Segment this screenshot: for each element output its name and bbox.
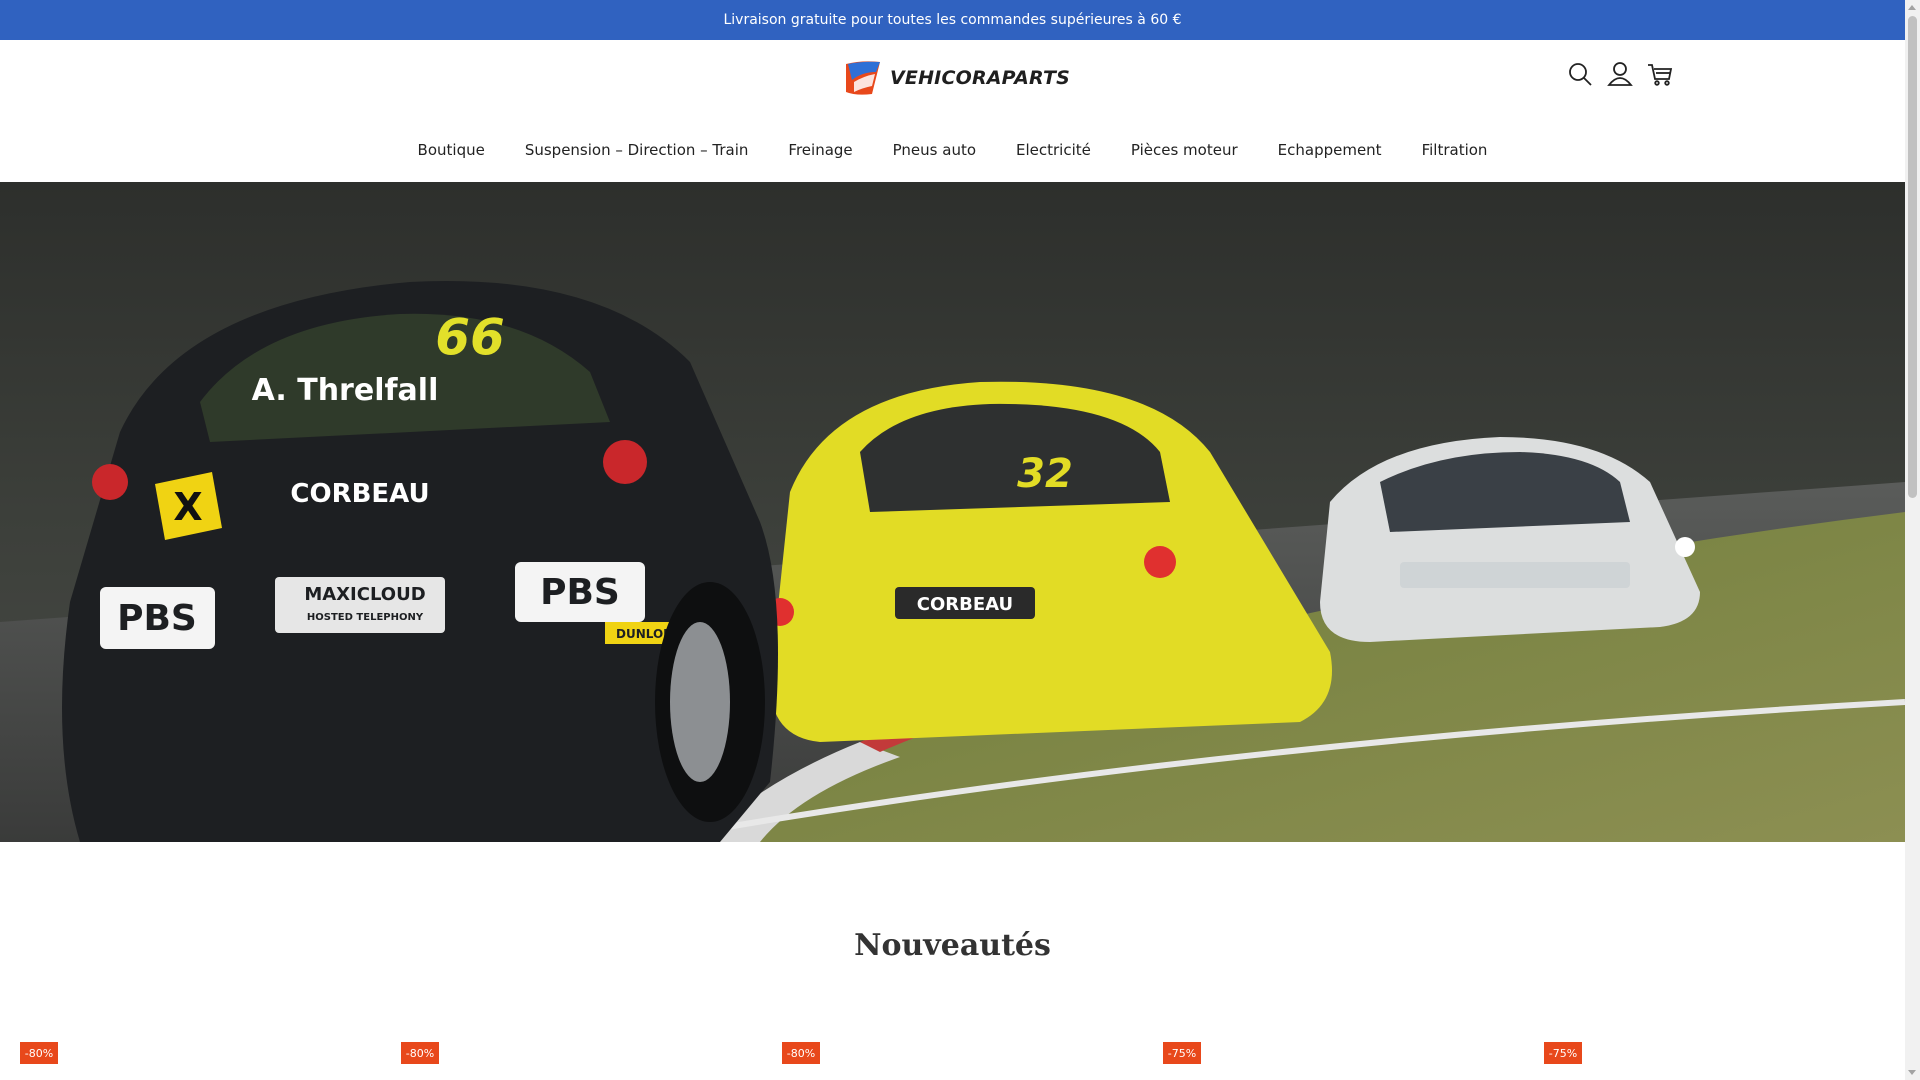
black-car-driver: A. Threlfall (252, 373, 439, 408)
announcement-text: Livraison gratuite pour toutes les comma… (723, 12, 1182, 28)
hero-image: CORBEAU 32 66 A. Threlfall X CORBEAU PBS… (0, 182, 1905, 842)
svg-text:X: X (173, 485, 202, 529)
nav-item-boutique[interactable]: Boutique (398, 141, 505, 159)
black-car-number: 66 (435, 308, 505, 366)
yellow-car-corbeau: CORBEAU (917, 594, 1013, 615)
search-icon[interactable] (1566, 60, 1594, 88)
scroll-down-icon[interactable] (1908, 1070, 1916, 1075)
scroll-up-icon[interactable] (1908, 5, 1916, 10)
discount-badge: -75% (1163, 1042, 1201, 1064)
nav-item-freinage[interactable]: Freinage (768, 141, 872, 159)
cart-icon[interactable] (1646, 60, 1674, 88)
section-title: Nouveautés (854, 928, 1051, 963)
page: Livraison gratuite pour toutes les comma… (0, 0, 1920, 1080)
main-nav: Boutique Suspension – Direction – Train … (0, 130, 1905, 170)
discount-badge: -80% (20, 1042, 58, 1064)
discount-badge: -80% (401, 1042, 439, 1064)
nav-item-echappement[interactable]: Echappement (1258, 141, 1402, 159)
nav-item-electricite[interactable]: Electricité (996, 141, 1111, 159)
pbs-logo-right: PBS (540, 572, 620, 613)
maxicloud-logo: MAXICLOUD (304, 584, 425, 605)
black-car-corbeau: CORBEAU (290, 479, 429, 509)
pbs-logo-left: PBS (117, 598, 197, 639)
scroll-thumb[interactable] (1908, 16, 1917, 498)
hero-banner[interactable]: CORBEAU 32 66 A. Threlfall X CORBEAU PBS… (0, 182, 1905, 842)
account-icon[interactable] (1606, 60, 1634, 88)
maxicloud-tagline: HOSTED TELEPHONY (307, 612, 424, 623)
nav-item-pieces-moteur[interactable]: Pièces moteur (1111, 141, 1258, 159)
page-scrollbar[interactable] (1905, 0, 1920, 1080)
discount-badge: -80% (782, 1042, 820, 1064)
nav-item-pneus[interactable]: Pneus auto (873, 141, 996, 159)
header-icons (1566, 60, 1674, 88)
nav-item-filtration[interactable]: Filtration (1402, 141, 1508, 159)
discount-badge: -75% (1544, 1042, 1582, 1064)
logo-text: VEHICORAPARTS (890, 67, 1070, 89)
announcement-bar: Livraison gratuite pour toutes les comma… (0, 0, 1905, 40)
site-logo[interactable]: VEHICORAPARTS (842, 56, 1070, 100)
nav-item-suspension[interactable]: Suspension – Direction – Train (505, 141, 769, 159)
yellow-car-number: 32 (1017, 451, 1073, 497)
site-header: VEHICORAPARTS Boutique Suspension – Dire… (0, 40, 1905, 182)
logo-icon (846, 61, 880, 95)
